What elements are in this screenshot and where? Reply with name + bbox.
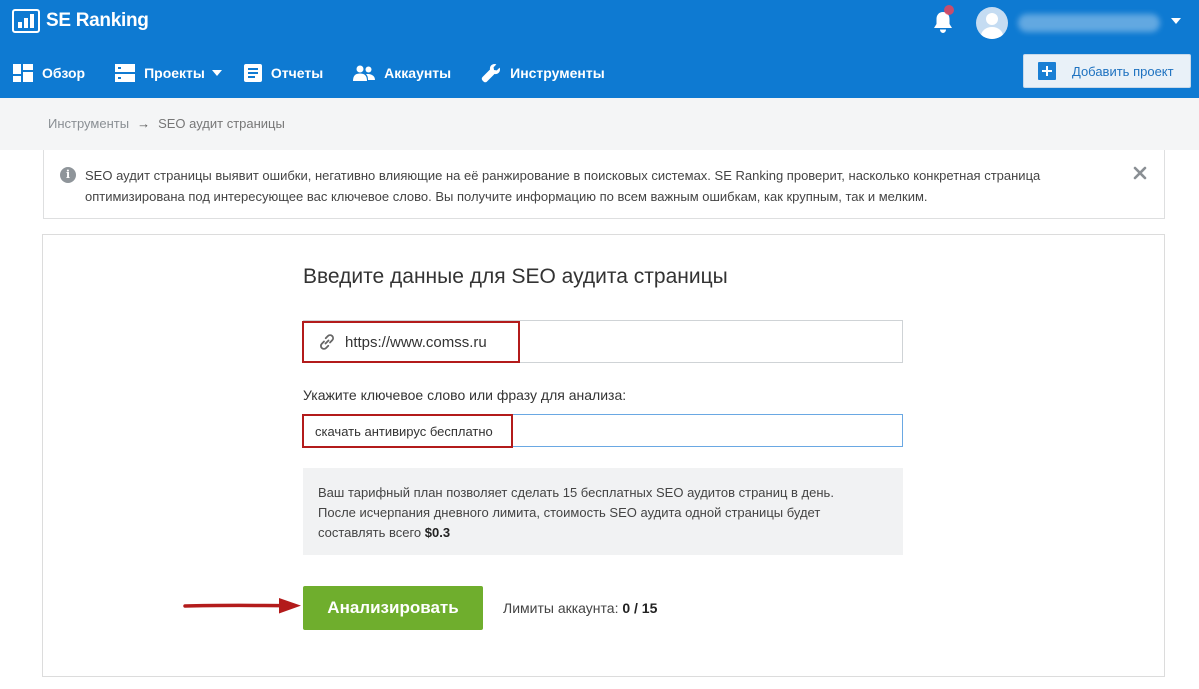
plan-notice: Ваш тарифный план позволяет сделать 15 б… [303,468,903,555]
url-highlight-frame [302,321,520,363]
tools-icon [481,63,501,83]
breadcrumb-arrow-icon: → [137,116,151,131]
breadcrumb-current: SEO аудит страницы [158,116,285,131]
analyze-button[interactable]: Анализировать [303,586,483,630]
plan-notice-text: Ваш тарифный план позволяет сделать 15 б… [318,483,888,543]
nav-item-label: Отчеты [270,65,324,81]
logo-text: SE Ranking [46,10,149,31]
accounts-icon [353,65,376,81]
nav-item-label: Аккаунты [384,65,452,81]
plan-line-3: составлять всего [318,525,425,540]
info-icon: i [60,167,76,183]
dashboard-icon [13,64,33,82]
plan-price: $0.3 [424,525,451,540]
plan-line-1: Ваш тарифный план позволяет сделать 15 б… [318,485,834,500]
limits-label: Лимиты аккаунта: [503,600,623,616]
top-header: SE Ranking Обзор Проекты Отчеты Аккаунты… [0,0,1199,98]
close-icon[interactable] [1133,166,1147,180]
nav-item-projects[interactable]: Проекты [115,52,222,94]
red-arrow-pointer-icon [183,598,301,614]
breadcrumb-parent-link[interactable]: Инструменты [48,116,129,131]
app-logo[interactable]: SE Ranking [12,8,149,34]
account-limits: Лимиты аккаунта: 0 / 15 [503,600,657,616]
logo-chart-icon [12,9,40,33]
form-title: Введите данные для SEO аудита страницы [303,265,728,288]
keyword-highlight-frame [302,414,513,448]
user-name-blurred[interactable] [1018,14,1160,32]
main-nav: Обзор Проекты Отчеты Аккаунты Инструмент… [0,52,605,94]
plan-line-2: После исчерпания дневного лимита, стоимо… [318,505,821,520]
notification-badge [944,5,954,15]
limits-value: 0 / 15 [622,600,658,616]
nav-item-tools[interactable]: Инструменты [481,52,605,94]
nav-item-label: Обзор [42,65,86,81]
info-banner: i SEO аудит страницы выявит ошибки, нега… [43,150,1165,219]
add-project-label: Добавить проект [1072,63,1174,79]
nav-item-label: Проекты [144,65,205,81]
reports-icon [243,64,262,82]
nav-item-label: Инструменты [510,65,605,81]
add-project-button[interactable]: Добавить проект [1023,54,1191,88]
user-avatar[interactable] [976,7,1008,39]
plus-icon [1038,62,1056,80]
chevron-down-icon[interactable] [1171,18,1181,24]
info-banner-text: SEO аудит страницы выявит ошибки, негати… [85,168,1041,204]
projects-icon [115,64,136,82]
nav-item-overview[interactable]: Обзор [13,52,85,94]
breadcrumb: Инструменты → SEO аудит страницы [48,116,285,131]
nav-item-reports[interactable]: Отчеты [243,52,324,94]
breadcrumb-bar: Инструменты → SEO аудит страницы [0,98,1199,150]
keyword-label: Укажите ключевое слово или фразу для ана… [303,387,627,403]
chevron-down-icon [211,70,222,76]
nav-item-accounts[interactable]: Аккаунты [353,52,451,94]
